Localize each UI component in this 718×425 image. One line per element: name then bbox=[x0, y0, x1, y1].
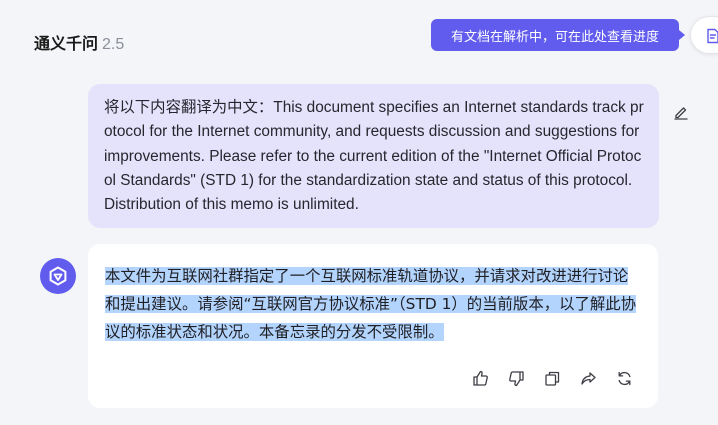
assistant-message: 本文件为互联网社群指定了一个互联网标准轨道协议，并请求对改进进行讨论和提出建议。… bbox=[105, 262, 639, 346]
copy-button[interactable] bbox=[542, 368, 562, 388]
model-version: 2.5 bbox=[102, 36, 125, 53]
edit-icon[interactable] bbox=[673, 104, 689, 120]
user-message-text: 将以下内容翻译为中文：This document specifies an In… bbox=[104, 99, 644, 214]
thumbs-up-icon bbox=[472, 370, 488, 386]
share-icon bbox=[580, 371, 596, 385]
qwen-logo-icon bbox=[49, 266, 67, 286]
share-button[interactable] bbox=[578, 368, 598, 388]
assistant-avatar bbox=[40, 258, 76, 294]
regenerate-icon bbox=[618, 371, 630, 385]
thumbs-down-icon bbox=[508, 370, 524, 386]
document-progress-icon bbox=[707, 28, 718, 44]
page-title: 通义千问 2.5 bbox=[34, 30, 124, 54]
parsing-progress-tooltip: 有文档在解析中，可在此处查看进度 bbox=[431, 19, 685, 51]
user-message: 将以下内容翻译为中文：This document specifies an In… bbox=[88, 84, 659, 228]
copy-icon bbox=[544, 371, 559, 386]
regenerate-button[interactable] bbox=[614, 368, 634, 388]
assistant-message-text: 本文件为互联网社群指定了一个互联网标准轨道协议，并请求对改进进行讨论和提出建议。… bbox=[105, 267, 637, 341]
dislike-button[interactable] bbox=[506, 368, 526, 388]
message-actions bbox=[470, 368, 634, 388]
tooltip-text: 有文档在解析中，可在此处查看进度 bbox=[450, 29, 659, 45]
app-name: 通义千问 bbox=[34, 34, 99, 53]
like-button[interactable] bbox=[470, 368, 490, 388]
